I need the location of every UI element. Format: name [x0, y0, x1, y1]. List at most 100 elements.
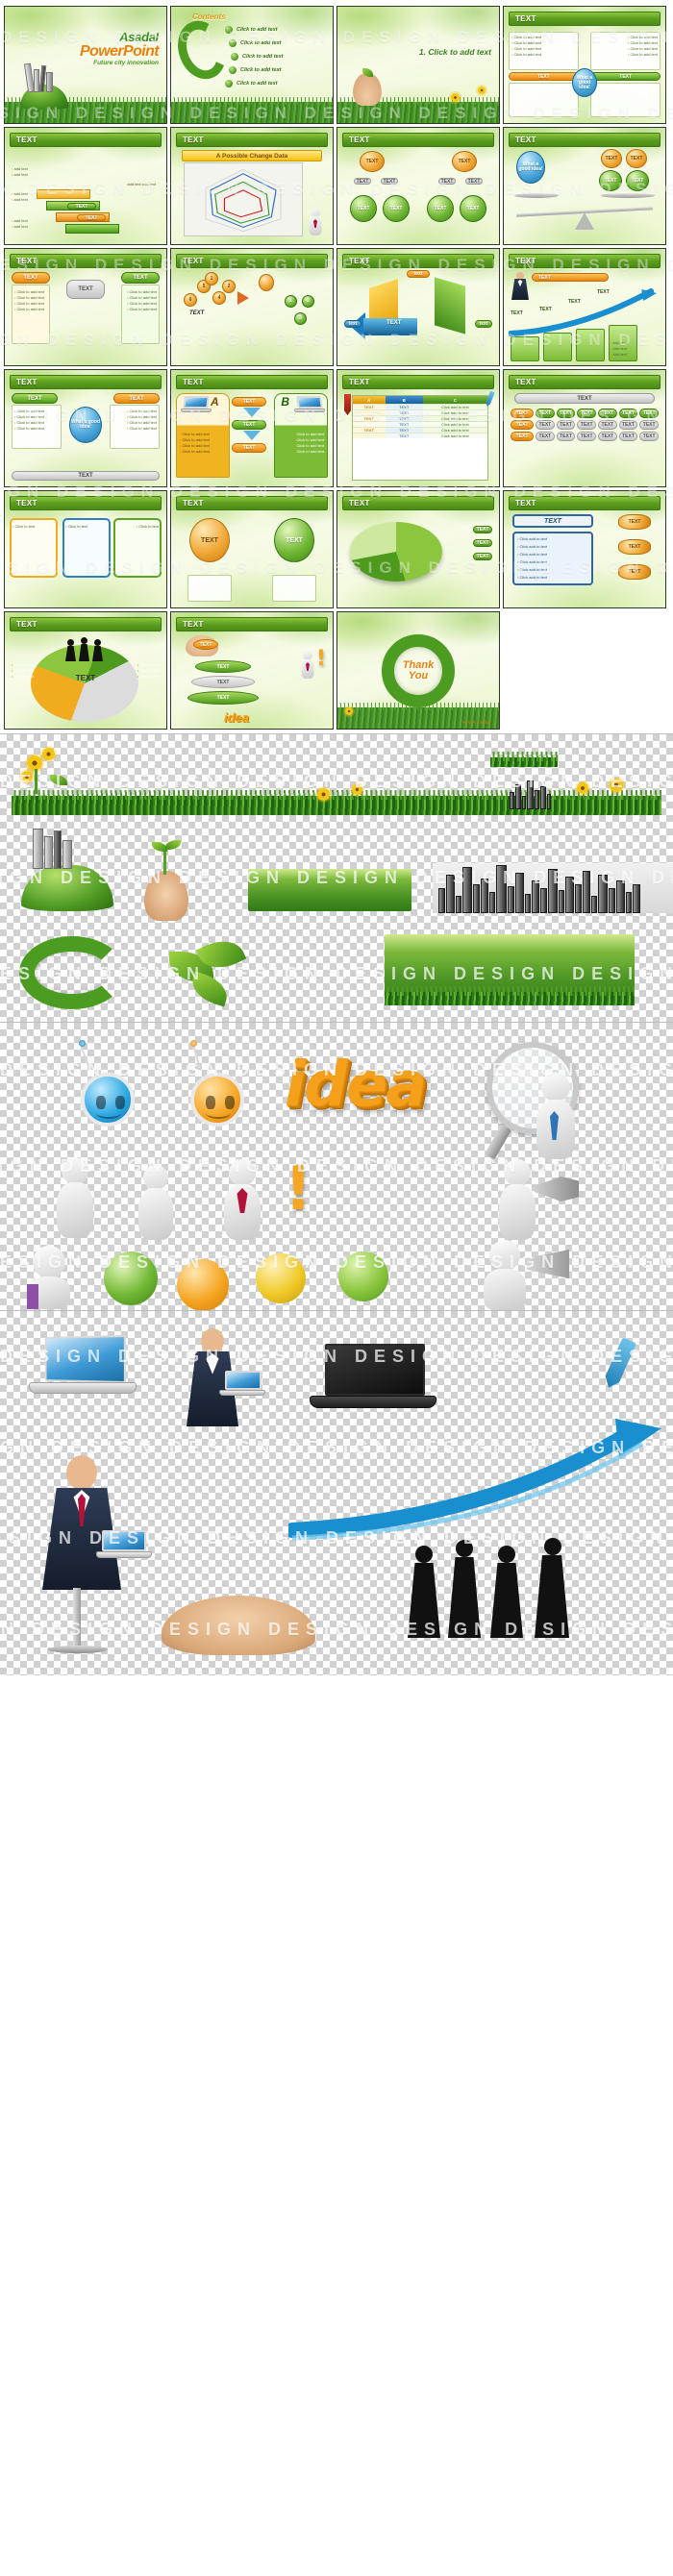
- cell[interactable]: TEXT: [556, 409, 576, 418]
- cell[interactable]: TEXT: [556, 420, 576, 430]
- cell[interactable]: TEXT: [577, 420, 597, 430]
- left-header[interactable]: TEXT: [12, 272, 50, 284]
- cell[interactable]: TEXT: [536, 409, 555, 418]
- flow-number[interactable]: 1: [205, 272, 218, 285]
- slide-thumbnail-org-tree[interactable]: TEXT TEXT TEXT TEXT TEXT TEXT TEXT TEXT …: [336, 127, 500, 245]
- top-label[interactable]: text: [407, 270, 430, 278]
- middle-header[interactable]: TEXT: [66, 280, 105, 299]
- cell[interactable]: TEXT: [556, 432, 576, 441]
- slide-thumbnail-team-pie[interactable]: TEXT TEXT Click to text Click to text Cl…: [4, 611, 167, 730]
- tree-leaf[interactable]: TEXT: [383, 195, 410, 222]
- cell-c: Click add to text: [422, 405, 487, 409]
- cell[interactable]: TEXT: [618, 420, 638, 430]
- slide-thumbnail-balance-scale[interactable]: TEXT What a good idea! TEXT TEXT TEXT TE…: [503, 127, 666, 245]
- cell[interactable]: TEXT: [577, 432, 597, 441]
- header-pill[interactable]: TEXT: [532, 273, 609, 282]
- layer-top[interactable]: TEXT: [193, 639, 218, 650]
- slide-thumbnail-stairs[interactable]: TEXT TEXT TEXT add text add text add tex…: [4, 127, 167, 245]
- cell[interactable]: TEXT: [598, 420, 617, 430]
- right-header[interactable]: TEXT: [121, 272, 160, 284]
- cell[interactable]: TEXT: [536, 432, 555, 441]
- scale-node[interactable]: TEXT: [626, 170, 649, 191]
- slide-thumbnail-thank-you[interactable]: Thank You YOUR LOGO: [336, 611, 500, 730]
- step[interactable]: TEXT: [232, 443, 266, 453]
- left-tab[interactable]: TEXT: [12, 393, 58, 404]
- slide-thumbnail-center-circle[interactable]: TEXT TEXT TEXT Click to add text Click t…: [4, 369, 167, 487]
- slide-thumbnail-growth-arrow[interactable]: TEXT TEXT TEXT TEXT TEXT TEXT • Add text…: [503, 248, 666, 366]
- card[interactable]: [511, 336, 539, 361]
- slide-thumbnail-two-sphere[interactable]: TEXT TEXT TEXT: [170, 490, 334, 608]
- slide-thumbnail-radar-chart[interactable]: TEXT A Possible Change Data: [170, 127, 334, 245]
- right-tab[interactable]: TEXT: [590, 72, 661, 81]
- table-row: TEXT TEXT Click add to text: [353, 415, 487, 421]
- right-tab[interactable]: TEXT: [113, 393, 160, 404]
- tree-leaf[interactable]: TEXT: [460, 195, 486, 222]
- tree-leaf[interactable]: TEXT: [427, 195, 454, 222]
- arrow-label: TEXT: [386, 320, 402, 326]
- layer[interactable]: TEXT: [191, 676, 255, 688]
- left-tab[interactable]: TEXT: [509, 72, 579, 81]
- bullet: Click add to text: [517, 574, 547, 582]
- slide-thumbnail-matrix-table[interactable]: TEXT TEXT TEXT TEXT TEXT TEXT TEXT TEXT …: [503, 369, 666, 487]
- cell[interactable]: TEXT: [598, 409, 617, 418]
- slide-thumbnail-compare[interactable]: TEXT TEXT TEXT TEXT Click to add text Cl…: [4, 248, 167, 366]
- black-laptop-icon: [310, 1344, 436, 1413]
- cell[interactable]: TEXT: [618, 432, 638, 441]
- scale-node[interactable]: TEXT: [626, 149, 647, 168]
- idea-word-graphic: idea: [285, 1050, 427, 1121]
- layer[interactable]: TEXT: [187, 691, 259, 705]
- sphere-left[interactable]: TEXT: [189, 518, 230, 562]
- data-table[interactable]: A B C TEXT TEXT Click add to text TEXT C…: [352, 395, 488, 481]
- slide-thumbnail-numbered-flow[interactable]: TEXT 6 5 4 1 2 TEXT 1 2 3: [170, 248, 334, 366]
- milestone: TEXT: [511, 310, 523, 316]
- template-preview-page: Asadal PowerPoint Future city innovation…: [0, 0, 673, 2576]
- cell[interactable]: TEXT: [577, 409, 597, 418]
- slide-thumbnail-layer-stack[interactable]: TEXT TEXT TEXT TEXT TEXT idea !: [170, 611, 334, 730]
- side-node[interactable]: TEXT: [618, 514, 651, 530]
- side-label[interactable]: text: [475, 320, 492, 328]
- tree-leaf[interactable]: TEXT: [350, 195, 377, 222]
- slide-thumbnail-pie-chart[interactable]: TEXT TEXT TEXT TEXT: [336, 490, 500, 608]
- tree-node[interactable]: TEXT: [452, 151, 477, 172]
- side-label[interactable]: text: [344, 320, 361, 328]
- cell[interactable]: TEXT: [536, 420, 555, 430]
- slide-thumbnail-data-table[interactable]: TEXT A B C TEXT TEXT Click add to text T…: [336, 369, 500, 487]
- cell[interactable]: TEXT: [598, 432, 617, 441]
- flow-number[interactable]: 2: [222, 280, 236, 293]
- flow-number[interactable]: 6: [184, 293, 197, 307]
- tree-subnode: TEXT: [381, 178, 398, 185]
- cell[interactable]: TEXT: [618, 409, 638, 418]
- slide-title: TEXT: [515, 257, 536, 265]
- cell[interactable]: TEXT: [639, 420, 660, 430]
- side-node[interactable]: TEXT: [618, 539, 651, 555]
- sphere-right[interactable]: TEXT: [274, 518, 314, 562]
- slide-thumbnail-three-card[interactable]: TEXT Click to text Click to text Click t…: [4, 490, 167, 608]
- slide-thumbnail-title[interactable]: Asadal PowerPoint Future city innovation: [4, 6, 167, 124]
- flow-number[interactable]: 2: [302, 295, 314, 308]
- cell[interactable]: TEXT: [639, 432, 660, 441]
- flow-number[interactable]: 3: [294, 312, 307, 325]
- slide-thumbnail-two-panel[interactable]: TEXT TEXT TEXT Click to add text Click t…: [503, 6, 666, 124]
- scale-node[interactable]: TEXT: [599, 170, 622, 191]
- flow-number[interactable]: 4: [212, 291, 226, 305]
- layer[interactable]: TEXT: [195, 660, 251, 673]
- matrix-header[interactable]: TEXT: [514, 393, 655, 404]
- slide-thumbnail-contents[interactable]: Contents Click to add text Click to add …: [170, 6, 334, 124]
- footer-bar[interactable]: TEXT: [12, 471, 160, 481]
- step[interactable]: TEXT: [232, 420, 266, 430]
- scale-node[interactable]: TEXT: [601, 149, 622, 168]
- cell[interactable]: TEXT: [639, 409, 660, 418]
- bullet: Click to add text: [14, 307, 44, 312]
- card-text: Click to text: [12, 524, 36, 530]
- slide-thumbnail-list-panel[interactable]: TEXT TEXT Click add to text Click add to…: [503, 490, 666, 608]
- card[interactable]: [576, 329, 605, 361]
- flow-number[interactable]: 1: [285, 295, 297, 308]
- tree-node[interactable]: TEXT: [360, 151, 385, 172]
- slide-thumbnail-ab-compare[interactable]: TEXT A Click to add text Click to add te…: [170, 369, 334, 487]
- slide-thumbnail-cycle-arrows[interactable]: TEXT text TEXT text text: [336, 248, 500, 366]
- slide-thumbnail-section-divider[interactable]: 1. Click to add text: [336, 6, 500, 124]
- side-node[interactable]: TEXT: [618, 564, 651, 580]
- step[interactable]: TEXT: [232, 397, 266, 407]
- card[interactable]: [543, 333, 572, 361]
- list-head[interactable]: TEXT: [512, 514, 593, 528]
